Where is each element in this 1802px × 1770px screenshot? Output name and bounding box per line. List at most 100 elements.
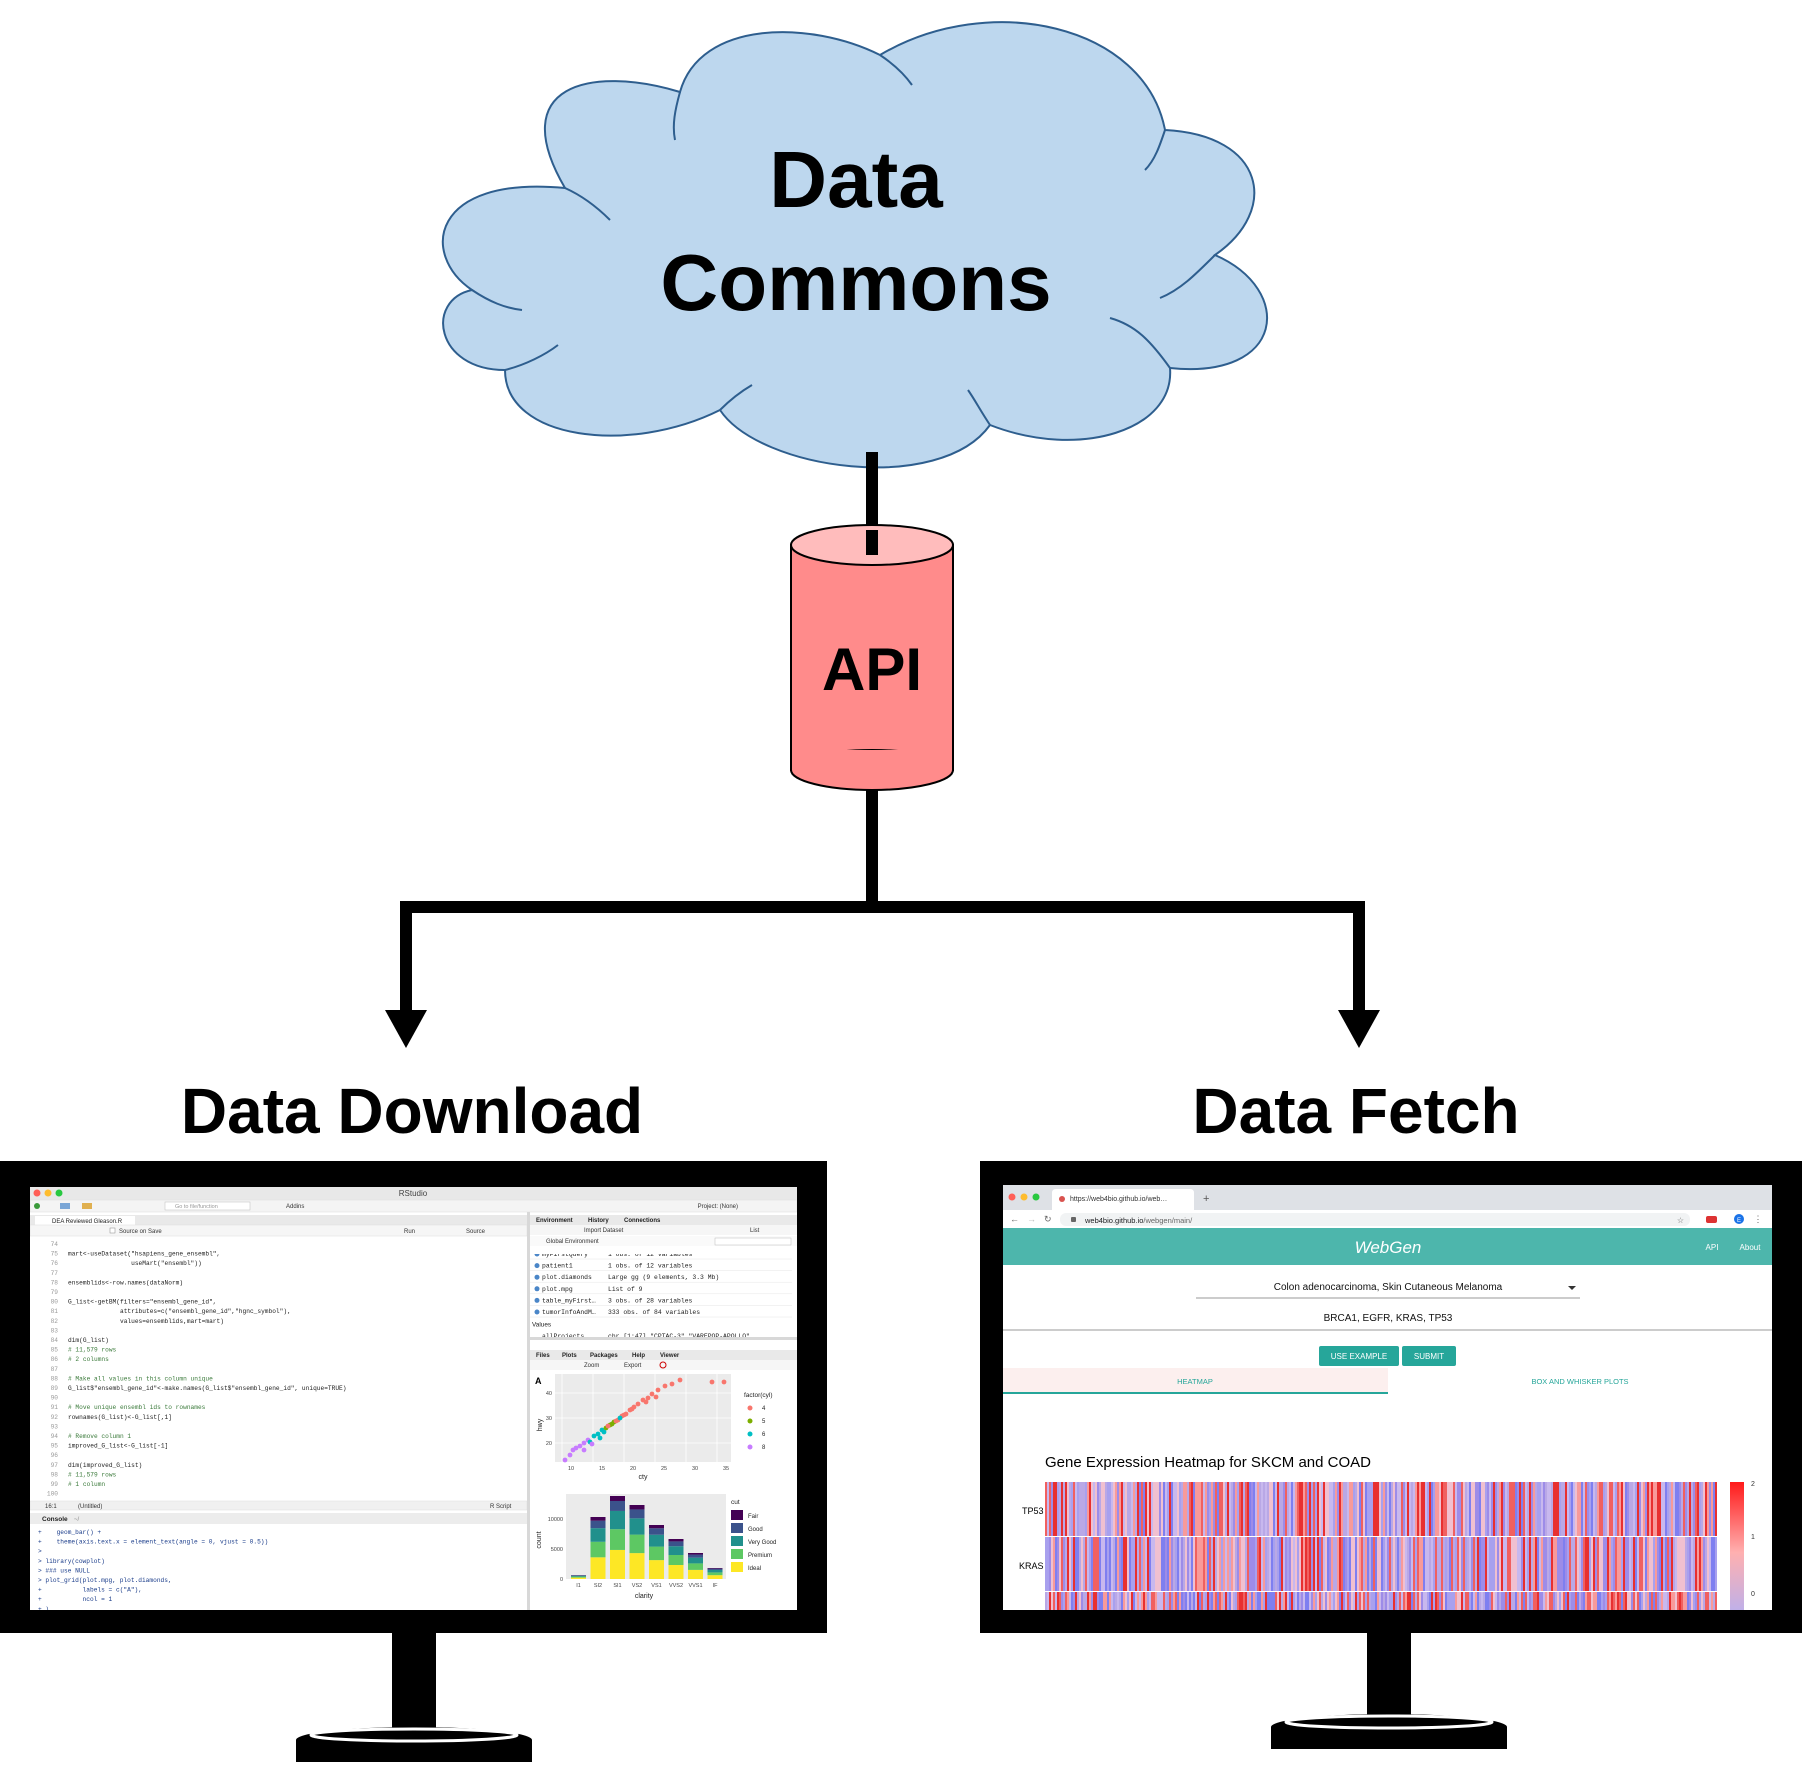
heatmap-cell bbox=[1395, 1537, 1397, 1591]
source-on-save-checkbox[interactable] bbox=[109, 1227, 116, 1234]
heatmap-cell bbox=[1103, 1482, 1105, 1536]
pane-tab-plots[interactable]: Plots bbox=[562, 1353, 577, 1359]
nav-api-link[interactable]: API bbox=[1706, 1243, 1719, 1252]
cancer-select-value[interactable]: Colon adenocarcinoma, Skin Cutaneous Mel… bbox=[1274, 1282, 1503, 1293]
env-tab-history[interactable]: History bbox=[588, 1218, 609, 1224]
heatmap-cell bbox=[1285, 1482, 1287, 1536]
browser-maximize-dot[interactable] bbox=[1032, 1193, 1040, 1201]
nav-about-link[interactable]: About bbox=[1740, 1243, 1762, 1252]
reload-icon[interactable]: ↻ bbox=[1044, 1214, 1052, 1224]
line-number: 92 bbox=[51, 1414, 59, 1421]
heatmap-cell bbox=[1267, 1537, 1269, 1591]
heatmap-cell bbox=[1503, 1592, 1505, 1610]
run-button[interactable]: Run bbox=[404, 1229, 415, 1235]
browser-close-dot[interactable] bbox=[1008, 1193, 1016, 1201]
heatmap-cell bbox=[1145, 1537, 1147, 1591]
extension-icon[interactable] bbox=[1706, 1216, 1717, 1223]
chrome-menu-icon[interactable]: ⋮ bbox=[1754, 1214, 1763, 1224]
heatmap-cell bbox=[1595, 1482, 1597, 1536]
pane-tab-files[interactable]: Files bbox=[536, 1353, 550, 1359]
heatmap-cell bbox=[1083, 1592, 1085, 1610]
heatmap-cell bbox=[1649, 1482, 1651, 1536]
maximize-dot[interactable] bbox=[55, 1189, 63, 1197]
zoom-button[interactable]: Zoom bbox=[584, 1363, 599, 1369]
heatmap-cell bbox=[1303, 1482, 1305, 1536]
heatmap-cell bbox=[1079, 1537, 1081, 1591]
heatmap-cell bbox=[1321, 1482, 1323, 1536]
env-var-name[interactable]: plot.mpg bbox=[542, 1286, 573, 1293]
project-menu[interactable]: Project: (None) bbox=[698, 1204, 738, 1210]
heatmap-cell bbox=[1617, 1537, 1619, 1591]
new-file-icon[interactable] bbox=[34, 1203, 40, 1209]
heatmap-cell bbox=[1335, 1482, 1337, 1536]
editor-statusbar bbox=[30, 1500, 528, 1511]
heatmap-cell bbox=[1045, 1482, 1047, 1536]
heatmap-cell bbox=[1087, 1592, 1089, 1610]
heatmap-cell bbox=[1057, 1482, 1059, 1536]
heatmap-cell bbox=[1197, 1537, 1199, 1591]
env-var-name[interactable]: patient1 bbox=[542, 1263, 573, 1270]
dataset-icon[interactable] bbox=[534, 1263, 540, 1269]
pane-tab-packages[interactable]: Packages bbox=[590, 1353, 618, 1359]
list-view-toggle[interactable]: List bbox=[750, 1228, 760, 1234]
heatmap-cell bbox=[1253, 1537, 1255, 1591]
heatmap-cell bbox=[1689, 1592, 1691, 1610]
dataset-icon[interactable] bbox=[534, 1297, 540, 1303]
bar-segment bbox=[629, 1553, 645, 1579]
forward-icon[interactable]: → bbox=[1027, 1214, 1036, 1224]
env-var-name[interactable]: table_myFirst… bbox=[542, 1297, 596, 1304]
heatmap-cell bbox=[1711, 1537, 1713, 1591]
heatmap-cell bbox=[1373, 1537, 1375, 1591]
pane-tab-viewer[interactable]: Viewer bbox=[660, 1353, 680, 1359]
heatmap-cell bbox=[1129, 1482, 1131, 1536]
env-splitter[interactable] bbox=[530, 1337, 797, 1340]
heatmap-cell bbox=[1425, 1592, 1427, 1610]
open-project-icon[interactable] bbox=[60, 1203, 70, 1209]
heatmap-cell bbox=[1071, 1592, 1073, 1610]
env-tab-environment[interactable]: Environment bbox=[536, 1218, 573, 1224]
dataset-icon[interactable] bbox=[534, 1274, 540, 1280]
line-number: 77 bbox=[51, 1270, 59, 1277]
heatmap-cell bbox=[1391, 1592, 1393, 1610]
bookmark-star-icon[interactable]: ☆ bbox=[1677, 1216, 1684, 1225]
pane-divider[interactable] bbox=[527, 1212, 530, 1610]
heatmap-cell bbox=[1487, 1537, 1489, 1591]
env-var-name[interactable]: plot.diamonds bbox=[542, 1274, 592, 1281]
heatmap-cell bbox=[1245, 1537, 1247, 1591]
browser-minimize-dot[interactable] bbox=[1020, 1193, 1028, 1201]
heatmap-cell bbox=[1699, 1537, 1701, 1591]
env-var-name[interactable]: tumorInfoAndM… bbox=[542, 1309, 596, 1316]
env-tab-connections[interactable]: Connections bbox=[624, 1218, 661, 1224]
heatmap-cell bbox=[1541, 1482, 1543, 1536]
export-button[interactable]: Export bbox=[624, 1363, 642, 1369]
open-file-icon[interactable] bbox=[82, 1203, 92, 1209]
heatmap-cell bbox=[1171, 1592, 1173, 1610]
back-icon[interactable]: ← bbox=[1010, 1214, 1019, 1224]
genes-input[interactable]: BRCA1, EGFR, KRAS, TP53 bbox=[1324, 1313, 1453, 1324]
tab-boxplot-label[interactable]: BOX AND WHISKER PLOTS bbox=[1531, 1377, 1628, 1386]
minimize-dot[interactable] bbox=[44, 1189, 52, 1197]
close-dot[interactable] bbox=[33, 1189, 41, 1197]
new-tab-icon[interactable]: + bbox=[1203, 1193, 1209, 1205]
source-button[interactable]: Source bbox=[466, 1229, 486, 1235]
heatmap-cell bbox=[1695, 1482, 1697, 1536]
webgen-title[interactable]: WebGen bbox=[1355, 1238, 1422, 1257]
pane-tab-help[interactable]: Help bbox=[632, 1353, 645, 1359]
heatmap-cell bbox=[1473, 1592, 1475, 1610]
heatmap-cell bbox=[1693, 1592, 1695, 1610]
import-dataset-button[interactable]: Import Dataset bbox=[584, 1228, 624, 1234]
addins-menu[interactable]: Addins bbox=[286, 1204, 304, 1210]
dataset-icon[interactable] bbox=[534, 1286, 540, 1292]
heatmap-cell bbox=[1559, 1482, 1561, 1536]
heatmap-cell bbox=[1217, 1482, 1219, 1536]
global-env-selector[interactable]: Global Environment bbox=[546, 1239, 599, 1245]
env-search-input[interactable] bbox=[714, 1237, 792, 1246]
line-number: 89 bbox=[51, 1385, 59, 1392]
heatmap-cell bbox=[1565, 1482, 1567, 1536]
heatmap-cell bbox=[1279, 1482, 1281, 1536]
dataset-icon[interactable] bbox=[534, 1309, 540, 1315]
scatter-point bbox=[577, 1443, 583, 1449]
heatmap-cell bbox=[1159, 1537, 1161, 1591]
console-tab[interactable]: Console bbox=[42, 1516, 68, 1523]
code-line: # 11,579 rows bbox=[68, 1471, 117, 1478]
